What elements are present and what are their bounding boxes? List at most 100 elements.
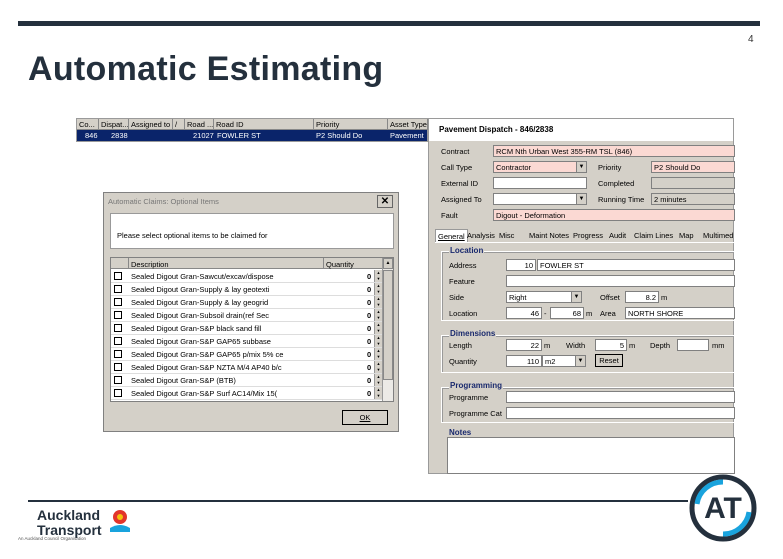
list-item[interactable]: Sealed Digout Gran-Subsoil drain(ref Sec… [111, 309, 383, 322]
quantity-stepper[interactable]: ▲ ▼ [374, 335, 382, 347]
list-item[interactable]: Sealed Digout Gran-Sawcut/excav/dispose 0… [111, 270, 383, 283]
priority-field[interactable]: P2 Should Do [651, 161, 735, 173]
feature-field[interactable] [506, 275, 735, 287]
optional-items-dialog: Automatic Claims: Optional Items ✕ Pleas… [103, 192, 399, 432]
item-checkbox[interactable] [114, 389, 122, 397]
quantity-stepper[interactable]: ▲ ▼ [374, 374, 382, 386]
address-number-field[interactable]: 10 [506, 259, 536, 271]
grid-row-selected[interactable]: 846 2838 21027 FOWLER ST P2 Should Do Pa… [77, 130, 427, 141]
tab-analysis[interactable]: Analysis [465, 229, 497, 242]
programme-field[interactable] [506, 391, 735, 403]
list-item[interactable]: Sealed Digout Gran-S&P Surf AC14/Mix 15(… [111, 387, 383, 400]
offset-label: Offset [600, 293, 620, 302]
quantity-unit-select[interactable]: m2 ▼ [542, 355, 586, 367]
item-description: Sealed Digout Gran-S&P black sand fill [131, 324, 262, 333]
grid-header-road[interactable]: Road ... [185, 119, 214, 130]
quantity-stepper[interactable]: ▲ ▼ [374, 322, 382, 334]
item-checkbox[interactable] [114, 337, 122, 345]
tab-general[interactable]: General [435, 229, 468, 242]
item-checkbox[interactable] [114, 324, 122, 332]
item-checkbox[interactable] [114, 363, 122, 371]
depth-field[interactable] [677, 339, 709, 351]
notes-field[interactable] [447, 437, 735, 474]
dialog-message: Please select optional items to be claim… [110, 213, 394, 249]
quantity-stepper[interactable]: ▲ ▼ [374, 283, 382, 295]
address-street-field[interactable]: FOWLER ST [537, 259, 735, 271]
external-field[interactable] [493, 177, 587, 189]
length-field[interactable]: 22 [506, 339, 542, 351]
ok-button[interactable]: OK [342, 410, 388, 425]
quantity-stepper[interactable]: ▲ ▼ [374, 348, 382, 360]
grid-header-assigned[interactable]: Assigned to [129, 119, 173, 130]
calltype-select[interactable]: Contractor ▼ [493, 161, 587, 173]
contract-field[interactable]: RCM Nth Urban West 355-RM TSL (846) [493, 145, 735, 157]
scroll-thumb[interactable] [383, 270, 393, 380]
quantity-stepper[interactable]: ▲ ▼ [374, 361, 382, 373]
chevron-down-icon[interactable]: ▼ [571, 292, 581, 302]
list-item[interactable]: Sealed Digout Gran-S&P GAP65 p/mix 5% ce… [111, 348, 383, 361]
grid-header-asset[interactable]: Asset Type [388, 119, 428, 130]
programme-cat-field[interactable] [506, 407, 735, 419]
location-label: Location [449, 309, 478, 318]
scroll-up-icon[interactable]: ▲ [383, 258, 393, 269]
quantity-stepper[interactable]: ▲ ▼ [374, 296, 382, 308]
side-select[interactable]: Right ▼ [506, 291, 582, 303]
length-label: Length [449, 341, 472, 350]
list-scrollbar[interactable]: ▲ [382, 258, 393, 401]
list-item[interactable]: Sealed Digout Gran-S&P (BTB) 0 ▲ ▼ [111, 374, 383, 387]
location-to-field[interactable]: 68 [550, 307, 584, 319]
brand-tagline: An Auckland Council Organisation [18, 536, 87, 541]
close-icon[interactable]: ✕ [377, 195, 393, 208]
chevron-down-icon[interactable]: ▼ [575, 356, 585, 366]
assigned-label: Assigned To [441, 195, 482, 204]
length-unit: m [544, 341, 551, 350]
location-from-field[interactable]: 46 [506, 307, 542, 319]
grid-header-dispatch[interactable]: Dispat... [99, 119, 129, 130]
item-checkbox[interactable] [114, 285, 122, 293]
assigned-select[interactable]: ▼ [493, 193, 587, 205]
quantity-stepper[interactable]: ▲ ▼ [374, 387, 382, 399]
chevron-down-icon[interactable]: ▼ [576, 194, 586, 204]
list-item[interactable]: Sealed Digout Gran-S&P NZTA M/4 AP40 b/c… [111, 361, 383, 374]
tab-progress[interactable]: Progress [571, 229, 605, 242]
item-checkbox[interactable] [114, 272, 122, 280]
grid-header-priority[interactable]: Priority [314, 119, 388, 130]
tab-multimedia[interactable]: Multimed [701, 229, 735, 242]
item-checkbox[interactable] [114, 350, 122, 358]
item-checkbox[interactable] [114, 298, 122, 306]
list-item[interactable]: Sealed Digout Gran-S&P black sand fill 0 ▲… [111, 322, 383, 335]
list-item[interactable]: Sealed Digout Gran-S&P GAP65 subbase 0 ▲ ▼ [111, 335, 383, 348]
quantity-stepper[interactable]: ▲ ▼ [374, 309, 382, 321]
programming-heading: Programming [449, 381, 504, 390]
grid-header-roadid[interactable]: Road ID [214, 119, 314, 130]
item-checkbox[interactable] [114, 311, 122, 319]
tab-claim-lines[interactable]: Claim Lines [632, 229, 675, 242]
offset-field[interactable]: 8.2 [625, 291, 659, 303]
item-description: Sealed Digout Gran-Supply & lay geotexti [131, 285, 270, 294]
width-field[interactable]: 5 [595, 339, 627, 351]
area-field[interactable]: NORTH SHORE [625, 307, 735, 319]
item-checkbox[interactable] [114, 376, 122, 384]
tab-misc[interactable]: Misc [497, 229, 516, 242]
item-description: Sealed Digout Gran-S&P NZTA M/4 AP40 b/c [131, 363, 282, 372]
reset-button[interactable]: Reset [595, 354, 623, 367]
grid-cell-co: 846 [85, 131, 98, 140]
at-logo-text: AT [704, 492, 742, 525]
quantity-field[interactable]: 110 [506, 355, 542, 367]
header-quantity[interactable]: Quantity [326, 260, 354, 269]
chevron-down-icon[interactable]: ▼ [576, 162, 586, 172]
quantity-stepper[interactable]: ▲ ▼ [374, 270, 382, 282]
item-description: Sealed Digout Gran-S&P (BTB) [131, 376, 236, 385]
grid-header-sort[interactable]: / [173, 119, 185, 130]
list-item[interactable]: Sealed Digout Gran-Supply & lay geogrid 0… [111, 296, 383, 309]
quantity-unit-value: m2 [545, 357, 556, 366]
tab-maint-notes[interactable]: Maint Notes [527, 229, 571, 242]
list-item[interactable]: Sealed Digout Gran-Supply & lay geotexti… [111, 283, 383, 296]
item-quantity: 0 [367, 337, 372, 346]
tab-map[interactable]: Map [677, 229, 696, 242]
programme-label: Programme [449, 393, 489, 402]
grid-header-co[interactable]: Co... [77, 119, 99, 130]
tab-audit[interactable]: Audit [607, 229, 628, 242]
header-description[interactable]: Description [131, 260, 169, 269]
fault-field[interactable]: Digout - Deformation [493, 209, 735, 221]
